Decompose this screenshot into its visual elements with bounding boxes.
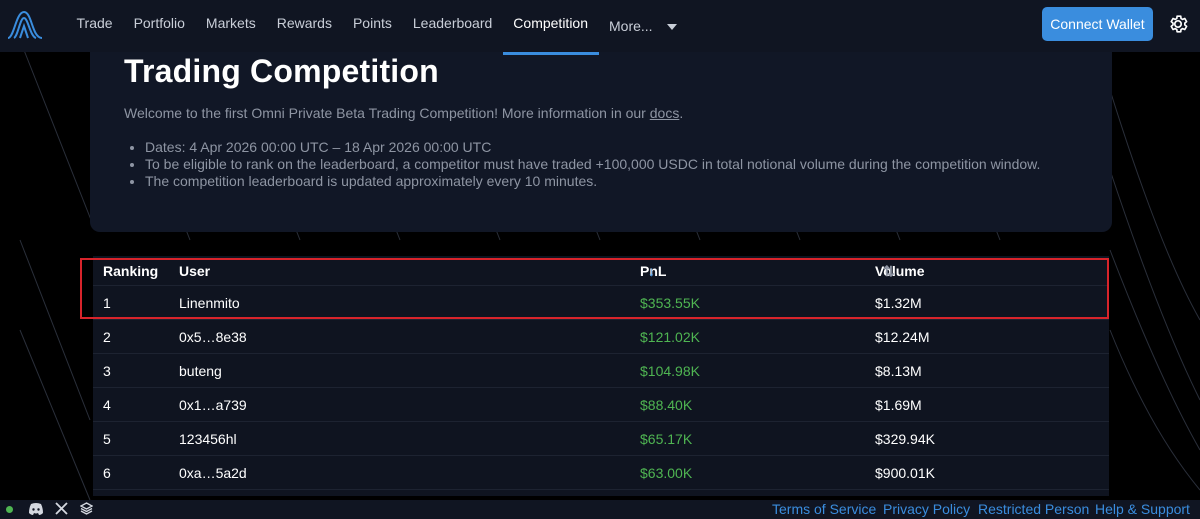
cell-user: Linenmito bbox=[179, 295, 240, 311]
table-row[interactable]: 2 0x5…8e38 $121.02K $12.24M bbox=[93, 320, 1109, 354]
rule-dates: Dates: 4 Apr 2026 00:00 UTC – 18 Apr 202… bbox=[145, 139, 1112, 156]
competition-rules-list: Dates: 4 Apr 2026 00:00 UTC – 18 Apr 202… bbox=[145, 139, 1112, 190]
nav-portfolio[interactable]: Portfolio bbox=[123, 0, 195, 52]
table-header: Ranking User PnL ↓ Volume ⇅ bbox=[93, 256, 1109, 286]
x-twitter-icon[interactable] bbox=[55, 502, 68, 515]
cell-pnl: $63.00K bbox=[640, 465, 693, 481]
discord-icon[interactable] bbox=[28, 502, 44, 516]
nav-more-dropdown[interactable]: More... bbox=[599, 0, 688, 52]
header-ranking: Ranking bbox=[103, 263, 159, 279]
terms-of-service-link[interactable]: Terms of Service bbox=[772, 501, 876, 517]
help-support-link[interactable]: Help & Support bbox=[1095, 501, 1190, 517]
cell-volume: $12.24M bbox=[875, 329, 930, 345]
cell-user: buteng bbox=[179, 363, 222, 379]
table-row[interactable]: 1 Linenmito $353.55K $1.32M bbox=[93, 286, 1109, 320]
cell-volume: $8.13M bbox=[875, 363, 922, 379]
intro-text: Welcome to the first Omni Private Beta T… bbox=[124, 105, 1112, 121]
cell-rank: 1 bbox=[103, 295, 111, 311]
intro-text-end: . bbox=[679, 105, 684, 121]
nav-more-label: More... bbox=[609, 17, 653, 34]
cell-pnl: $121.02K bbox=[640, 329, 700, 345]
chevron-down-icon bbox=[666, 24, 677, 30]
top-nav: Trade Portfolio Markets Rewards Points L… bbox=[0, 0, 1200, 55]
footer-bar: Terms of Service Privacy Policy Restrict… bbox=[0, 500, 1200, 519]
nav-points[interactable]: Points bbox=[342, 0, 402, 52]
rule-update-frequency: The competition leaderboard is updated a… bbox=[145, 173, 1112, 190]
nav-trade[interactable]: Trade bbox=[66, 0, 123, 52]
cell-rank: 5 bbox=[103, 431, 111, 447]
connect-wallet-button[interactable]: Connect Wallet bbox=[1042, 7, 1153, 41]
omni-logo-icon[interactable] bbox=[6, 8, 44, 40]
gear-icon[interactable] bbox=[1167, 13, 1189, 35]
cell-rank: 4 bbox=[103, 397, 111, 413]
table-row[interactable]: 3 buteng $104.98K $8.13M bbox=[93, 354, 1109, 388]
cell-user: 0xa…5a2d bbox=[179, 465, 247, 481]
sort-toggle-icon: ⇅ bbox=[883, 263, 895, 279]
competition-info-card: Trading Competition Welcome to the first… bbox=[90, 40, 1112, 232]
cell-volume: $1.69M bbox=[875, 397, 922, 413]
connection-status-dot bbox=[6, 506, 13, 513]
privacy-policy-link[interactable]: Privacy Policy bbox=[883, 501, 970, 517]
cell-user: 0x1…a739 bbox=[179, 397, 247, 413]
cell-user: 0x5…8e38 bbox=[179, 329, 247, 345]
nav-menu: Trade Portfolio Markets Rewards Points L… bbox=[66, 0, 688, 55]
table-row[interactable]: 5 123456hl $65.17K $329.94K bbox=[93, 422, 1109, 456]
page-title: Trading Competition bbox=[124, 53, 439, 89]
cell-pnl: $104.98K bbox=[640, 363, 700, 379]
nav-rewards[interactable]: Rewards bbox=[266, 0, 342, 52]
cell-rank: 3 bbox=[103, 363, 111, 379]
nav-competition[interactable]: Competition bbox=[502, 0, 599, 55]
cell-volume: $1.32M bbox=[875, 295, 922, 311]
table-row[interactable]: 4 0x1…a739 $88.40K $1.69M bbox=[93, 388, 1109, 422]
docs-link[interactable]: docs bbox=[650, 105, 680, 121]
cell-rank: 2 bbox=[103, 329, 111, 345]
cell-user: 123456hl bbox=[179, 431, 237, 447]
cell-pnl: $353.55K bbox=[640, 295, 700, 311]
sort-desc-icon: ↓ bbox=[648, 263, 655, 279]
header-user: User bbox=[179, 263, 211, 279]
leaderboard-table: Ranking User PnL ↓ Volume ⇅ 1 Linenmito $3… bbox=[93, 256, 1109, 496]
cell-rank: 6 bbox=[103, 465, 111, 481]
restricted-person-link[interactable]: Restricted Person bbox=[978, 501, 1089, 517]
nav-leaderboard[interactable]: Leaderboard bbox=[402, 0, 502, 52]
rule-eligibility: To be eligible to rank on the leaderboar… bbox=[145, 156, 1112, 173]
cell-pnl: $65.17K bbox=[640, 431, 693, 447]
intro-text-body: Welcome to the first Omni Private Beta T… bbox=[124, 105, 650, 121]
nav-markets[interactable]: Markets bbox=[195, 0, 266, 52]
cell-volume: $900.01K bbox=[875, 465, 935, 481]
cell-volume: $329.94K bbox=[875, 431, 935, 447]
docs-stack-icon[interactable] bbox=[80, 502, 93, 515]
cell-pnl: $88.40K bbox=[640, 397, 693, 413]
table-row[interactable]: 6 0xa…5a2d $63.00K $900.01K bbox=[93, 456, 1109, 490]
